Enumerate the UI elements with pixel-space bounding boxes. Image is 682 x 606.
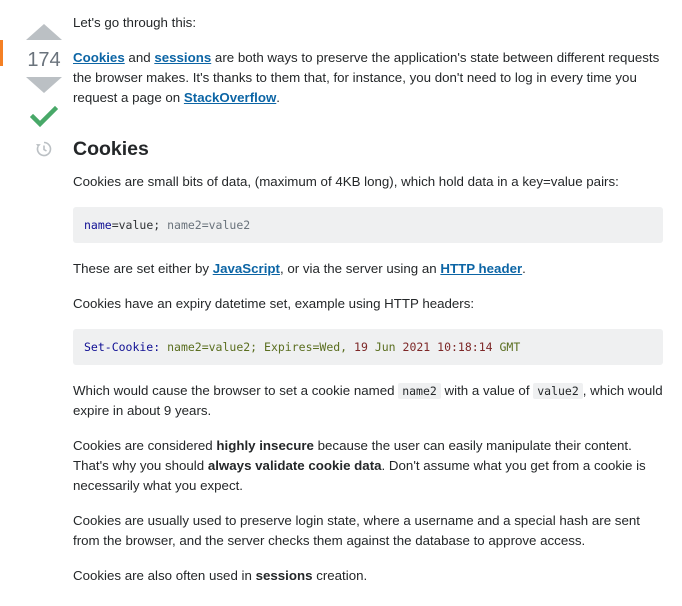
vote-count: 174 [27,49,61,71]
vote-column: 174 [24,20,64,158]
link-stackoverflow[interactable]: StackOverflow [184,90,276,105]
p1-and: and [124,50,155,65]
p3-pre: These are set either by [73,261,213,276]
code2-tz: GMT [492,340,521,354]
p3-end: . [522,261,526,276]
history-icon[interactable] [35,140,53,158]
accepted-checkmark-icon[interactable] [30,104,58,130]
p6-strong2: always validate cookie data [207,458,382,473]
answer-body: Let's go through this: Cookies and sessi… [73,13,663,601]
paragraph-browser-sets-cookie: Which would cause the browser to set a c… [73,381,663,421]
p8-strong: sessions [255,568,313,583]
p1-end: . [276,90,280,105]
paragraph-sessions-creation: Cookies are also often used in sessions … [73,566,663,586]
p8-end: creation. [312,568,368,583]
intro-text: Let's go through this: [73,15,197,30]
code-block-set-cookie: Set-Cookie: name2=value2; Expires=Wed, 1… [73,329,663,365]
paragraph-insecure: Cookies are considered highly insecure b… [73,436,663,496]
code1-eq: =value; [111,218,168,232]
inline-code-name2: name2 [398,383,441,399]
link-javascript[interactable]: JavaScript [213,261,280,276]
p5-pre: Which would cause the browser to set a c… [73,383,399,398]
code2-header: Set-Cookie: [84,340,161,354]
code2-num1: 19 [354,340,368,354]
p6-strong1: highly insecure [216,438,314,453]
paragraph-expiry: Cookies have an expiry datetime set, exa… [73,296,475,311]
paragraph-cookies-definition: Cookies are small bits of data, (maximum… [73,174,619,189]
p6-pre: Cookies are considered [73,438,217,453]
paragraph-login-state: Cookies are usually used to preserve log… [73,513,640,548]
p5-mid: with a value of [440,383,534,398]
downvote-button[interactable] [26,77,62,93]
link-http-header[interactable]: HTTP header [440,261,522,276]
code2-num2: 2021 10:18:14 [402,340,493,354]
link-sessions[interactable]: sessions [154,50,211,65]
code2-mid: Jun [367,340,403,354]
code1-rest: name2=value2 [167,218,251,232]
p8-pre: Cookies are also often used in [73,568,256,583]
inline-code-value2: value2 [533,383,583,399]
paragraph-set-by: These are set either by JavaScript, or v… [73,259,663,279]
upvote-button[interactable] [26,24,62,40]
left-accent-bar [0,40,3,66]
p3-mid: , or via the server using an [279,261,441,276]
paragraph-intro-cookies-sessions: Cookies and sessions are both ways to pr… [73,48,663,108]
code-block-key-value: name=value; name2=value2 [73,207,663,243]
code2-kv: name2=value2; Expires=Wed, [160,340,355,354]
section-heading-cookies: Cookies [73,138,149,160]
code1-key: name [84,218,112,232]
link-cookies[interactable]: Cookies [73,50,125,65]
